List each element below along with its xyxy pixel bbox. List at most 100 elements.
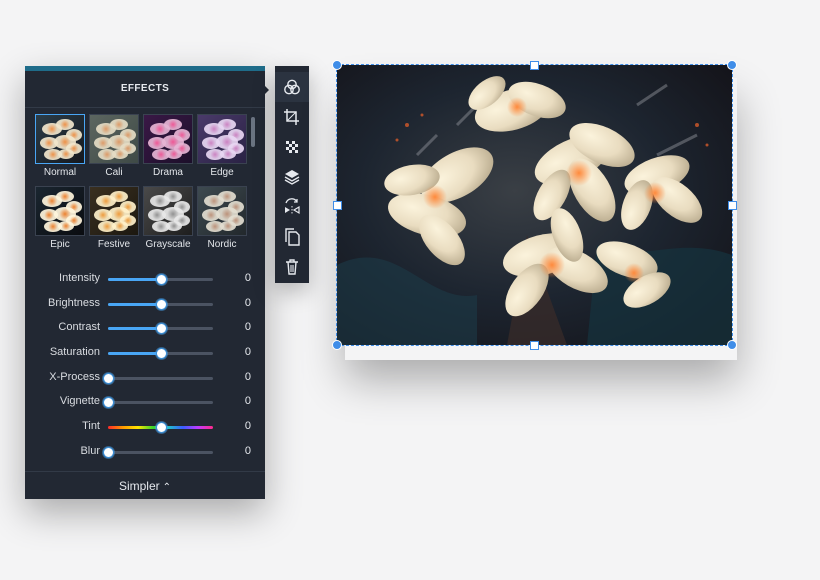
filter-preview-image [35, 186, 85, 236]
x-process-slider-row: X-Process 0 [25, 366, 265, 391]
filter-preview-image [89, 186, 139, 236]
filter-preview-image [197, 114, 247, 164]
filter-preview-image [197, 186, 247, 236]
filter-label: Edge [210, 167, 234, 178]
filter-label: Nordic [207, 239, 237, 250]
filter-label: Epic [50, 239, 70, 250]
intensity-slider[interactable] [108, 274, 213, 285]
filter-preview-image [89, 114, 139, 164]
tint-label: Tint [82, 420, 100, 433]
tool-strip [275, 66, 309, 283]
effects-panel: EFFECTS Normal Cali Drama Edge Epic Festive Gr… [25, 66, 269, 499]
filter-preview-image [143, 114, 193, 164]
contrast-slider[interactable] [108, 323, 213, 335]
blur-label: Blur [80, 444, 100, 457]
layers-icon [283, 168, 301, 186]
trash-tool-button[interactable] [275, 252, 309, 282]
transparency-icon [283, 138, 301, 156]
effects-tool-button[interactable] [275, 72, 309, 102]
saturation-value: 0 [244, 346, 251, 359]
resize-handle-bottom-right[interactable] [727, 340, 737, 350]
trash-icon [283, 258, 301, 276]
filter-festive[interactable]: Festive [89, 186, 139, 250]
saturation-slider-fill [108, 352, 161, 356]
x-process-slider[interactable] [103, 372, 213, 384]
filter-label: Grayscale [145, 239, 191, 250]
filter-preview-image [35, 114, 85, 164]
brightness-slider-fill [108, 302, 161, 306]
adjustment-sliders: Intensity 0 Brightness 0 Contrast 0 Saturation… [25, 267, 265, 465]
tint-slider-knob[interactable] [155, 422, 167, 434]
saturation-slider-row: Saturation 0 [25, 341, 265, 366]
brightness-label: Brightness [48, 296, 100, 309]
filter-normal[interactable]: Normal [35, 114, 85, 178]
contrast-slider-fill [108, 327, 161, 331]
filter-nordic[interactable]: Nordic [197, 186, 247, 250]
vignette-slider-row: Vignette 0 [25, 390, 265, 415]
brightness-slider[interactable] [108, 298, 213, 310]
blur-slider-row: Blur 0 [25, 440, 265, 465]
vignette-slider-knob[interactable] [103, 397, 114, 409]
layers-tool-button[interactable] [275, 162, 309, 192]
flip-tool-button[interactable] [275, 192, 309, 222]
filter-scrollbar[interactable] [251, 117, 255, 147]
vignette-slider[interactable] [103, 397, 213, 409]
saturation-slider[interactable] [108, 348, 213, 360]
filter-label: Drama [152, 167, 183, 178]
canvas-image[interactable] [337, 65, 732, 345]
panel-title: EFFECTS [25, 71, 265, 108]
resize-handle-left[interactable] [333, 201, 342, 210]
blur-slider-knob[interactable] [103, 446, 114, 458]
resize-handle-bottom-left[interactable] [332, 340, 342, 350]
blur-slider[interactable] [103, 446, 213, 458]
tint-slider[interactable] [108, 422, 213, 434]
resize-handle-bottom[interactable] [530, 341, 539, 350]
brightness-slider-knob[interactable] [155, 298, 167, 310]
filter-edge[interactable]: Edge [197, 114, 247, 178]
filter-drama[interactable]: Drama [143, 114, 193, 178]
resize-handle-top[interactable] [530, 61, 539, 70]
saturation-slider-knob[interactable] [155, 348, 167, 360]
filter-label: Festive [97, 239, 131, 250]
x-process-label: X-Process [49, 370, 100, 383]
crop-icon [283, 108, 301, 126]
flip-icon [283, 198, 301, 216]
filter-grayscale[interactable]: Grayscale [143, 186, 193, 250]
simpler-label: Simpler [118, 479, 160, 493]
filter-label: Normal [43, 167, 77, 178]
resize-handle-top-left[interactable] [332, 60, 342, 70]
resize-handle-right[interactable] [728, 201, 737, 210]
resize-handle-top-right[interactable] [727, 60, 737, 70]
brightness-value: 0 [244, 296, 251, 309]
intensity-slider-row: Intensity 0 [25, 267, 265, 292]
contrast-slider-knob[interactable] [155, 323, 167, 335]
filter-cali[interactable]: Cali [89, 114, 139, 178]
simpler-toggle-button[interactable]: Simpler ⌃ [25, 471, 265, 504]
filter-epic[interactable]: Epic [35, 186, 85, 250]
intensity-slider-knob[interactable] [155, 274, 167, 285]
contrast-value: 0 [244, 321, 251, 334]
contrast-slider-row: Contrast 0 [25, 316, 265, 341]
contrast-label: Contrast [58, 321, 100, 334]
intensity-slider-fill [108, 278, 161, 281]
intensity-label: Intensity [59, 272, 100, 284]
panel-pointer [265, 86, 269, 94]
x-process-value: 0 [244, 370, 251, 383]
blur-value: 0 [244, 444, 251, 457]
crop-tool-button[interactable] [275, 102, 309, 132]
filter-grid: Normal Cali Drama Edge Epic Festive Grayscale N… [35, 114, 247, 250]
brightness-slider-row: Brightness 0 [25, 292, 265, 317]
flower-painting [337, 65, 732, 345]
x-process-slider-knob[interactable] [103, 372, 114, 384]
transparency-tool-button[interactable] [275, 132, 309, 162]
vignette-label: Vignette [59, 395, 100, 408]
filter-preview-image [143, 186, 193, 236]
duplicate-icon [283, 228, 301, 246]
tint-slider-row: Tint 0 [25, 415, 265, 440]
chevron-up-icon: ⌃ [162, 482, 172, 493]
effects-icon [283, 78, 301, 96]
duplicate-tool-button[interactable] [275, 222, 309, 252]
intensity-value: 0 [244, 272, 251, 284]
vignette-value: 0 [244, 395, 251, 408]
saturation-label: Saturation [49, 346, 100, 359]
